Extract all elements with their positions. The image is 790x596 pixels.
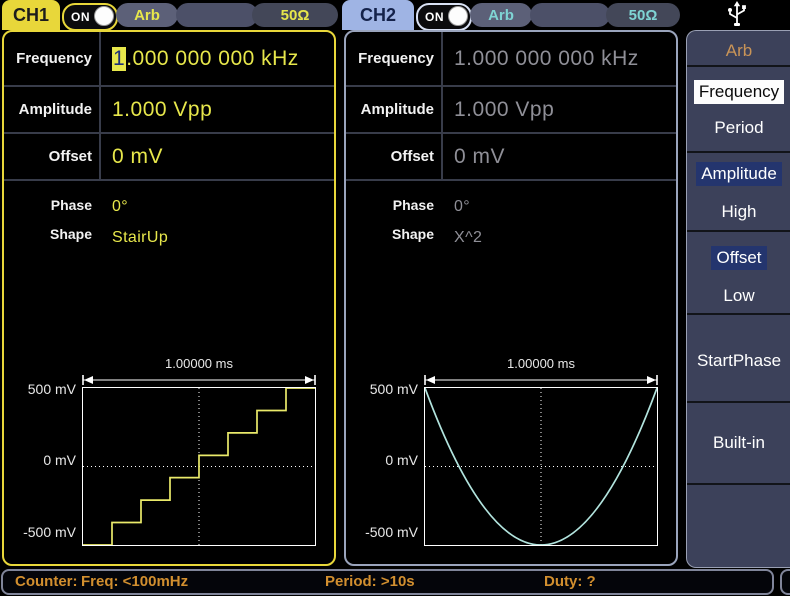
ch2-ylabel-zero: 0 mV: [346, 452, 418, 468]
ch2-amplitude-value[interactable]: 1.000 Vpp: [454, 87, 554, 132]
ch2-phase-label: Phase: [346, 197, 441, 213]
edit-cursor: 1: [112, 47, 126, 71]
counter-duty: Duty: ?: [544, 573, 596, 590]
divider: [687, 230, 790, 232]
ch1-amplitude-label: Amplitude: [4, 87, 101, 132]
ch1-ylabel-top: 500 mV: [4, 381, 76, 397]
ch2-frequency-label: Frequency: [346, 32, 443, 85]
ch2-waveform: [425, 388, 657, 545]
menu-item-frequency[interactable]: Frequency: [687, 80, 790, 104]
counter-status-bar: Counter: Freq: <100mHz Period: >10s Duty…: [1, 569, 774, 595]
menu-item-amplitude[interactable]: Amplitude: [687, 162, 790, 186]
ch1-shape-value[interactable]: StairUp: [112, 229, 168, 247]
ch2-ylabel-bottom: -500 mV: [346, 524, 418, 540]
divider: [687, 65, 790, 67]
menu-item-startphase[interactable]: StartPhase: [687, 349, 790, 373]
menu-item-label: Low: [718, 284, 759, 308]
ch2-offset-label: Offset: [346, 134, 443, 179]
ch2-ylabel-top: 500 mV: [346, 381, 418, 397]
ch2-on-toggle[interactable]: ON: [416, 3, 472, 31]
menu-item-builtin[interactable]: Built-in: [687, 431, 790, 455]
ch2-panel: Frequency 1.000 000 000 kHz Amplitude 1.…: [344, 30, 678, 566]
toggle-knob: [94, 6, 114, 26]
ch1-offset-value[interactable]: 0 mV: [112, 134, 163, 179]
ch1-ylabel-bottom: -500 mV: [4, 524, 76, 540]
menu-item-period[interactable]: Period: [687, 116, 790, 140]
menu-item-low[interactable]: Low: [687, 284, 790, 308]
sidebar-title: Arb: [687, 41, 790, 61]
ch1-amplitude-row[interactable]: Amplitude 1.000 Vpp: [4, 87, 334, 134]
ch2-offset-value[interactable]: 0 mV: [454, 134, 505, 179]
ch2-impedance-badge: 50Ω: [606, 3, 680, 27]
ch2-phase-value[interactable]: 0°: [454, 198, 470, 216]
ch1-impedance-badge: 50Ω: [252, 3, 338, 27]
ch1-phase-label: Phase: [4, 197, 99, 213]
ch1-mode-badge: Arb: [116, 3, 178, 27]
ch1-offset-row[interactable]: Offset 0 mV: [4, 134, 334, 181]
menu-item-label: Amplitude: [696, 162, 782, 186]
menu-item-high[interactable]: High: [687, 200, 790, 224]
menu-item-label: High: [717, 200, 762, 224]
ch1-offset-label: Offset: [4, 134, 101, 179]
sidebar-menu: Arb Frequency Period Amplitude High Offs…: [686, 30, 790, 568]
menu-item-label: Period: [709, 116, 768, 140]
ch2-amplitude-row[interactable]: Amplitude 1.000 Vpp: [346, 87, 676, 134]
counter-freq: Freq: <100mHz: [81, 573, 188, 590]
ch2-mode-badge: Arb: [470, 3, 532, 27]
ch1-frequency-value[interactable]: 1.000 000 000 kHz: [112, 32, 299, 85]
ch1-ylabel-zero: 0 mV: [4, 452, 76, 468]
ch1-phase-value[interactable]: 0°: [112, 198, 128, 216]
ch1-waveform-display: [82, 387, 316, 546]
menu-item-label: Built-in: [708, 431, 770, 455]
ch1-panel: Frequency 1.000 000 000 kHz Amplitude 1.…: [2, 30, 336, 566]
counter-label: Counter:: [15, 573, 78, 590]
divider: [687, 151, 790, 153]
ch2-frequency-row[interactable]: Frequency 1.000 000 000 kHz: [346, 32, 676, 87]
ch1-on-toggle[interactable]: ON: [62, 3, 118, 31]
counter-period: Period: >10s: [325, 573, 415, 590]
ch1-amplitude-value[interactable]: 1.000 Vpp: [112, 87, 212, 132]
ch2-toggle-label: ON: [425, 10, 444, 24]
usb-icon: [724, 1, 750, 29]
tab-ch2[interactable]: CH2: [342, 0, 414, 30]
ch1-frequency-label: Frequency: [4, 32, 101, 85]
ch1-toggle-label: ON: [71, 10, 90, 24]
ch2-header-pill: [530, 3, 610, 27]
ch1-frequency-row[interactable]: Frequency 1.000 000 000 kHz: [4, 32, 334, 87]
ch1-waveform: [83, 388, 315, 545]
tab-ch1[interactable]: CH1: [2, 0, 60, 30]
divider: [687, 483, 790, 485]
ch1-header-pill: [176, 3, 258, 27]
ch2-shape-label: Shape: [346, 226, 441, 242]
ch2-span-label: 1.00000 ms: [424, 356, 658, 371]
menu-item-offset[interactable]: Offset: [687, 246, 790, 270]
ch2-amplitude-label: Amplitude: [346, 87, 443, 132]
divider: [687, 401, 790, 403]
toggle-knob: [448, 6, 468, 26]
ch2-span-arrow: [424, 374, 658, 386]
ch2-frequency-value[interactable]: 1.000 000 000 kHz: [454, 32, 639, 85]
ch1-frequency-rest: .000 000 000 kHz: [126, 47, 299, 71]
ch1-span-label: 1.00000 ms: [82, 356, 316, 371]
ch2-waveform-display: [424, 387, 658, 546]
ch2-offset-row[interactable]: Offset 0 mV: [346, 134, 676, 181]
menu-item-label: Frequency: [694, 80, 784, 104]
ch1-span-arrow: [82, 374, 316, 386]
menu-item-label: StartPhase: [692, 349, 786, 373]
ch2-shape-value[interactable]: X^2: [454, 229, 482, 247]
ch1-shape-label: Shape: [4, 226, 99, 242]
divider: [687, 313, 790, 315]
menu-item-label: Offset: [711, 246, 766, 270]
footer-right-stub: [780, 569, 790, 595]
